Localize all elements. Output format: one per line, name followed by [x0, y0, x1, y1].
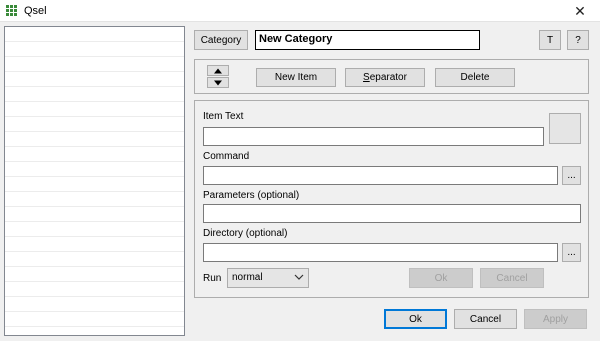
item-text-field[interactable]	[203, 127, 544, 146]
item-icon-preview[interactable]	[549, 113, 581, 144]
directory-browse-button[interactable]: ...	[562, 243, 581, 262]
directory-label: Directory (optional)	[203, 228, 288, 239]
category-button[interactable]: Category	[194, 30, 248, 50]
run-label: Run	[203, 273, 222, 284]
item-ok-button[interactable]: Ok	[409, 268, 473, 288]
window-title: Qsel	[24, 5, 47, 17]
delete-button[interactable]: Delete	[435, 68, 515, 87]
separator-button[interactable]: Separator	[345, 68, 425, 87]
category-name-field[interactable]: New Category	[255, 30, 480, 50]
command-label: Command	[203, 151, 250, 162]
new-item-button[interactable]: New Item	[256, 68, 336, 87]
separator-label-rest: eparator	[369, 72, 407, 83]
t-button[interactable]: T	[539, 30, 561, 50]
cancel-button[interactable]: Cancel	[454, 309, 517, 329]
move-down-button[interactable]	[207, 77, 229, 88]
ok-button[interactable]: Ok	[384, 309, 447, 329]
parameters-label: Parameters (optional)	[203, 190, 300, 201]
parameters-field[interactable]	[203, 204, 581, 223]
item-cancel-button[interactable]: Cancel	[480, 268, 544, 288]
title-bar: Qsel ✕	[0, 0, 600, 22]
run-mode-select[interactable]: normal	[227, 268, 309, 288]
item-text-label: Item Text	[203, 111, 244, 122]
command-browse-button[interactable]: ...	[562, 166, 581, 185]
close-button[interactable]: ✕	[560, 0, 600, 22]
category-list[interactable]	[4, 26, 185, 336]
close-icon: ✕	[574, 3, 586, 19]
command-field[interactable]	[203, 166, 558, 185]
directory-field[interactable]	[203, 243, 558, 262]
grid-icon	[6, 5, 18, 17]
move-up-button[interactable]	[207, 65, 229, 76]
apply-button[interactable]: Apply	[524, 309, 587, 329]
run-mode-value: normal	[232, 272, 263, 283]
arrow-up-icon	[214, 68, 222, 73]
chevron-down-icon	[294, 274, 304, 280]
help-button[interactable]: ?	[567, 30, 589, 50]
separator-mnemonic: S	[363, 72, 370, 83]
arrow-down-icon	[214, 80, 222, 85]
